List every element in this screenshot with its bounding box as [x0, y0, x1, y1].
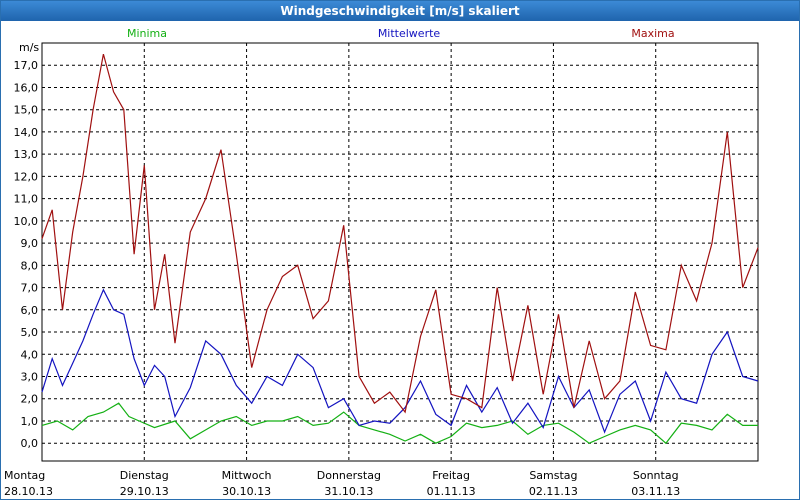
y-tick-label: 2,0: [21, 393, 39, 406]
y-tick-label: 15,0: [14, 104, 39, 117]
y-tick-label: 0,0: [21, 437, 39, 450]
y-tick-label: 5,0: [21, 326, 39, 339]
x-tick-weekday: Freitag: [432, 469, 470, 482]
x-tick-weekday: Sonntag: [633, 469, 679, 482]
y-tick-label: 6,0: [21, 304, 39, 317]
y-tick-label: 13,0: [14, 148, 39, 161]
legend-minima: Minima: [127, 27, 167, 40]
x-tick-weekday: Samstag: [529, 469, 577, 482]
series-line-minima: [41, 402, 758, 445]
x-tick-date: 03.11.13: [631, 485, 680, 498]
x-tick-weekday: Montag: [4, 469, 45, 482]
y-tick-label: 10,0: [14, 215, 39, 228]
y-tick-label: 7,0: [21, 282, 39, 295]
y-tick-label: 17,0: [14, 59, 39, 72]
x-tick-weekday: Dienstag: [120, 469, 169, 482]
x-tick-date: 31.10.13: [324, 485, 373, 498]
x-tick-date: 01.11.13: [427, 485, 476, 498]
x-tick-weekday: Mittwoch: [222, 469, 272, 482]
y-tick-label: 1,0: [21, 415, 39, 428]
legend-maxima: Maxima: [631, 27, 674, 40]
x-tick-date: 29.10.13: [120, 485, 169, 498]
y-tick-label: 9,0: [21, 237, 39, 250]
y-tick-label: 8,0: [21, 259, 39, 272]
wind-speed-chart: m/s Minima Mittelwerte Maxima 0,0 1,0 2,0 3…: [4, 27, 759, 498]
y-axis-unit-label: m/s: [19, 41, 39, 54]
series-line-maxima: [41, 53, 759, 414]
x-tick-date: 30.10.13: [222, 485, 271, 498]
x-tick-date: 02.11.13: [529, 485, 578, 498]
x-tick-date: 28.10.13: [4, 485, 53, 498]
legend-mittelwerte: Mittelwerte: [378, 27, 441, 40]
y-tick-label: 14,0: [14, 126, 39, 139]
y-tick-label: 11,0: [14, 193, 39, 206]
chart-window: Windgeschwindigkeit [m/s] skaliert m/s M…: [0, 0, 800, 500]
y-tick-label: 4,0: [21, 348, 39, 361]
y-tick-label: 12,0: [14, 170, 39, 183]
y-tick-label: 3,0: [21, 371, 39, 384]
window-title: Windgeschwindigkeit [m/s] skaliert: [1, 1, 799, 21]
x-tick-weekday: Donnerstag: [317, 469, 381, 482]
series-line-mittelwerte: [41, 288, 759, 434]
y-tick-label: 16,0: [14, 81, 39, 94]
